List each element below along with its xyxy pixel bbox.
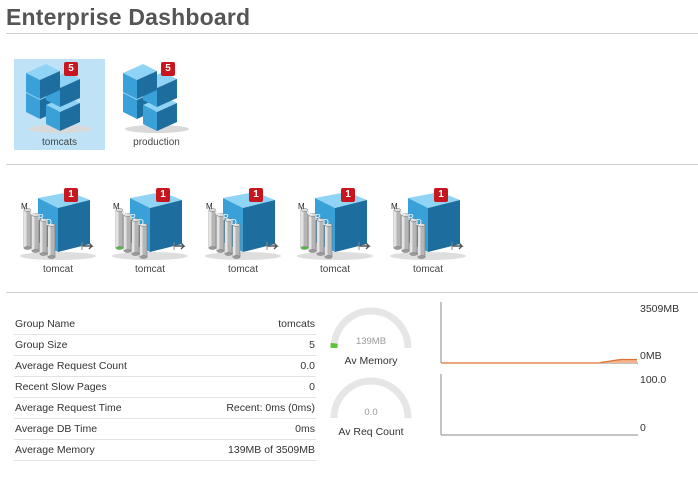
svg-text:M: M: [298, 202, 305, 211]
svg-text:D: D: [138, 218, 144, 227]
memory-gauge-label: Av Memory: [344, 355, 398, 367]
request-gauge-label: Av Req Count: [338, 426, 404, 438]
svg-text:D: D: [416, 218, 422, 227]
svg-text:R: R: [130, 213, 136, 222]
server-tile-4[interactable]: M C R D 1 tomcat: [291, 184, 379, 276]
svg-text:M: M: [113, 202, 120, 211]
groups-divider: [6, 164, 698, 165]
server-label: tomcat: [412, 264, 443, 275]
group-label: production: [133, 137, 180, 148]
stats-key: Average Request Count: [15, 360, 127, 372]
svg-text:M: M: [21, 202, 28, 211]
page-title: Enterprise Dashboard: [6, 4, 251, 30]
server-tile-5[interactable]: M C R D 1 tomcat: [384, 184, 472, 276]
stats-key: Group Name: [15, 318, 76, 330]
svg-text:M: M: [391, 202, 398, 211]
svg-text:D: D: [46, 218, 52, 227]
stats-value: 0.0: [300, 360, 315, 372]
memory-gauge: 139MB Av Memory: [328, 305, 414, 370]
request-chart-min: 0: [640, 422, 646, 434]
stats-value: 139MB of 3509MB: [228, 444, 315, 456]
request-gauge-value: 0.0: [364, 407, 378, 418]
svg-text:D: D: [323, 218, 329, 227]
group-tile-production[interactable]: 5 production: [111, 59, 202, 150]
server-label: tomcat: [134, 264, 165, 275]
memory-chart-max: 3509MB: [640, 303, 680, 315]
memory-chart: 3509MB 0MB: [440, 300, 698, 366]
server-count-badge: 1: [341, 188, 355, 202]
server-label: tomcat: [319, 264, 350, 275]
svg-text:D: D: [231, 218, 237, 227]
stats-row: Average DB Time 0ms: [14, 419, 316, 440]
stats-row: Average Request Count 0.0: [14, 356, 316, 377]
title-divider: [6, 33, 698, 34]
svg-text:C: C: [307, 208, 313, 217]
svg-text:C: C: [400, 208, 406, 217]
server-tile-2[interactable]: M C R D 1 tomcat: [106, 184, 194, 276]
memory-gauge-value: 139MB: [355, 336, 387, 347]
group-count-badge: 5: [64, 62, 78, 76]
server-icon: M C R D: [297, 192, 373, 260]
stats-value: tomcats: [278, 318, 315, 330]
svg-text:R: R: [223, 213, 229, 222]
server-label: tomcat: [42, 264, 73, 275]
servers-divider: [6, 292, 698, 293]
server-tile-1[interactable]: M C R D 1 tomcat: [14, 184, 102, 276]
svg-text:R: R: [408, 213, 414, 222]
stats-key: Average Request Time: [15, 402, 122, 414]
stats-value: 0: [309, 381, 315, 393]
stats-value: 5: [309, 339, 315, 351]
server-icon: M C R D: [112, 192, 188, 260]
server-icon: M C R D: [205, 192, 281, 260]
svg-text:M: M: [206, 202, 213, 211]
request-gauge: 0.0 Av Req Count: [328, 375, 414, 440]
stats-row: Group Name tomcats: [14, 314, 316, 335]
stats-value: Recent: 0ms (0ms): [226, 402, 315, 414]
server-count-badge: 1: [64, 188, 78, 202]
server-count-badge: 1: [249, 188, 263, 202]
svg-text:C: C: [122, 208, 128, 217]
group-label: tomcats: [41, 137, 77, 148]
group-count-badge: 5: [161, 62, 175, 76]
stats-key: Average DB Time: [15, 423, 98, 435]
server-count-badge: 1: [156, 188, 170, 202]
server-tile-3[interactable]: M C R D 1 tomcat: [199, 184, 287, 276]
server-icon: M C R D: [390, 192, 466, 260]
group-stats-table: Group Name tomcats Group Size 5 Average Re…: [14, 314, 316, 461]
group-tile-tomcats[interactable]: 5 tomcats: [14, 59, 105, 150]
server-group-icon: [26, 64, 92, 133]
stats-value: 0ms: [295, 423, 315, 435]
request-chart: 100.0 0: [440, 372, 698, 438]
memory-chart-plot: [440, 302, 638, 364]
stats-key: Average Memory: [15, 444, 95, 456]
stats-row: Group Size 5: [14, 335, 316, 356]
memory-chart-min: 0MB: [640, 350, 662, 362]
stats-key: Group Size: [15, 339, 68, 351]
request-chart-max: 100.0: [640, 374, 667, 386]
server-group-icon: [123, 64, 189, 133]
svg-text:R: R: [315, 213, 321, 222]
server-icon: M C R D: [20, 192, 96, 260]
server-label: tomcat: [227, 264, 258, 275]
stats-key: Recent Slow Pages: [15, 381, 107, 393]
stats-row: Average Memory 139MB of 3509MB: [14, 440, 316, 461]
svg-text:R: R: [38, 213, 44, 222]
stats-row: Average Request Time Recent: 0ms (0ms): [14, 398, 316, 419]
server-count-badge: 1: [434, 188, 448, 202]
svg-text:C: C: [30, 208, 36, 217]
request-chart-plot: [440, 374, 638, 436]
svg-text:C: C: [215, 208, 221, 217]
stats-row: Recent Slow Pages 0: [14, 377, 316, 398]
memory-gauge-dial: [330, 307, 412, 349]
